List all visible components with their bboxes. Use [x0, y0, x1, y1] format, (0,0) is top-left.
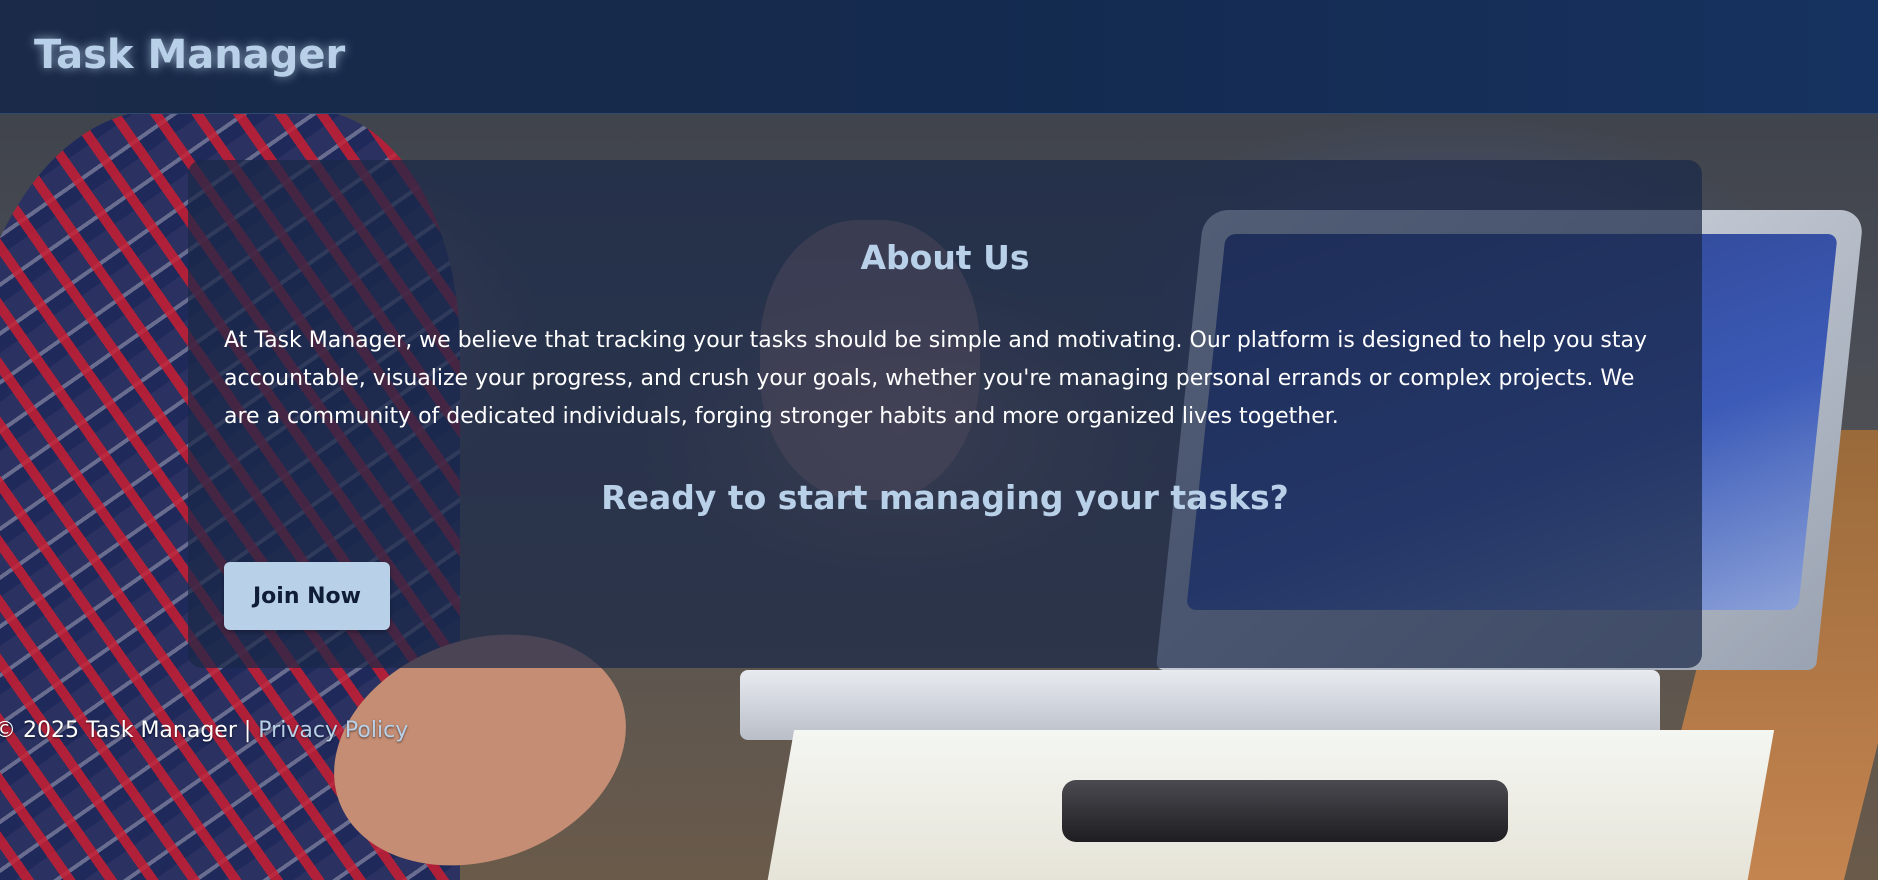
join-now-button[interactable]: Join Now: [224, 562, 390, 630]
site-header: Task Manager: [0, 0, 1878, 114]
about-heading: About Us: [860, 238, 1030, 277]
background-phone: [1062, 780, 1508, 842]
about-card: About Us At Task Manager, we believe tha…: [188, 160, 1702, 668]
about-description: At Task Manager, we believe that trackin…: [224, 328, 1647, 429]
copyright-text: © 2025 Task Manager |: [0, 718, 259, 743]
brand-title[interactable]: Task Manager: [34, 32, 345, 78]
cta-heading: Ready to start managing your tasks?: [601, 478, 1289, 517]
privacy-policy-link[interactable]: Privacy Policy: [258, 718, 408, 743]
site-footer: © 2025 Task Manager | Privacy Policy: [0, 718, 408, 743]
